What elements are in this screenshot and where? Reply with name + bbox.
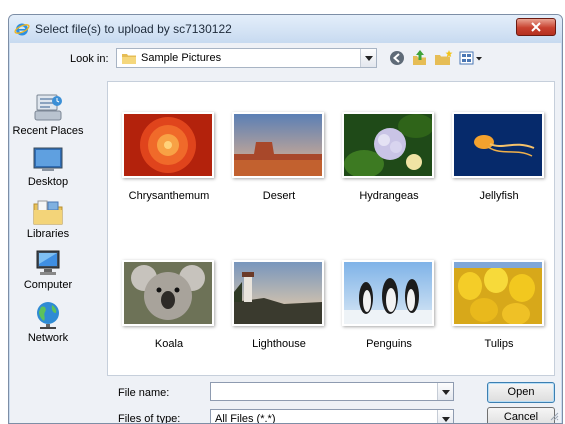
file-name-label: Chrysanthemum xyxy=(128,190,210,202)
close-button[interactable] xyxy=(516,18,556,36)
title-bar[interactable]: Select file(s) to upload by sc7130122 xyxy=(9,15,562,43)
thumbnail-jellyfish xyxy=(452,112,544,178)
chevron-down-icon[interactable] xyxy=(437,410,453,423)
window-title: Select file(s) to upload by sc7130122 xyxy=(35,22,232,36)
thumbnail-penguins xyxy=(342,260,434,326)
file-list-view[interactable]: Chrysanthemum Desert Hydrangeas Jellyfis… xyxy=(107,81,555,376)
thumbnail-desert xyxy=(232,112,324,178)
dialog-body: Look in: Sample Pictures Recent Places D… xyxy=(10,43,561,423)
chevron-down-icon[interactable] xyxy=(360,49,376,67)
view-menu-icon[interactable] xyxy=(458,49,484,67)
thumbnail-koala xyxy=(122,260,214,326)
open-button[interactable]: Open xyxy=(487,382,555,403)
libraries-icon xyxy=(33,200,63,225)
file-name-label: Lighthouse xyxy=(252,338,306,350)
resize-grip-icon[interactable] xyxy=(549,411,559,421)
internet-explorer-icon xyxy=(14,23,30,36)
computer-icon xyxy=(36,250,60,275)
close-icon xyxy=(531,22,541,32)
place-desktop[interactable]: Desktop xyxy=(12,146,84,188)
thumbnail-lighthouse xyxy=(232,260,324,326)
places-bar: Recent Places Desktop Libraries Computer… xyxy=(12,83,84,373)
file-name-input[interactable] xyxy=(212,384,438,399)
look-in-value: Sample Pictures xyxy=(141,52,222,64)
thumbnail-tulips xyxy=(452,260,544,326)
file-name-field-label: File name: xyxy=(118,387,170,399)
desktop-icon xyxy=(33,147,63,171)
place-libraries[interactable]: Libraries xyxy=(12,198,84,240)
folder-icon xyxy=(122,54,136,64)
file-name-label: Jellyfish xyxy=(479,190,519,202)
new-folder-icon[interactable] xyxy=(434,49,454,67)
place-label: Libraries xyxy=(26,228,70,240)
file-name-label: Desert xyxy=(262,190,296,202)
cancel-button[interactable]: Cancel xyxy=(487,407,555,423)
place-computer[interactable]: Computer xyxy=(12,249,84,291)
place-label: Network xyxy=(27,332,69,344)
back-icon[interactable] xyxy=(388,49,408,67)
file-name-label: Penguins xyxy=(366,338,412,350)
place-recent-places[interactable]: Recent Places xyxy=(12,93,84,137)
chevron-down-icon[interactable] xyxy=(437,383,453,400)
look-in-label: Look in: xyxy=(70,53,109,65)
file-name-label: Tulips xyxy=(484,338,514,350)
up-folder-icon[interactable] xyxy=(411,49,431,67)
place-label: Computer xyxy=(23,279,73,291)
file-type-field-label: Files of type: xyxy=(118,413,181,424)
place-network[interactable]: Network xyxy=(12,300,84,344)
file-name-label: Koala xyxy=(154,338,184,350)
place-label: Desktop xyxy=(27,176,69,188)
network-icon xyxy=(37,302,59,329)
recent-places-icon xyxy=(34,94,62,121)
file-type-dropdown[interactable]: All Files (*.*) xyxy=(210,409,454,424)
look-in-dropdown[interactable]: Sample Pictures xyxy=(116,48,377,68)
file-upload-dialog: Select file(s) to upload by sc7130122 Lo… xyxy=(8,14,563,424)
file-name-label: Hydrangeas xyxy=(359,190,419,202)
thumbnail-chrysanthemum xyxy=(122,112,214,178)
place-label: Recent Places xyxy=(12,125,84,137)
thumbnail-hydrangeas xyxy=(342,112,434,178)
file-name-combo[interactable] xyxy=(210,382,454,401)
file-type-value: All Files (*.*) xyxy=(215,413,276,424)
